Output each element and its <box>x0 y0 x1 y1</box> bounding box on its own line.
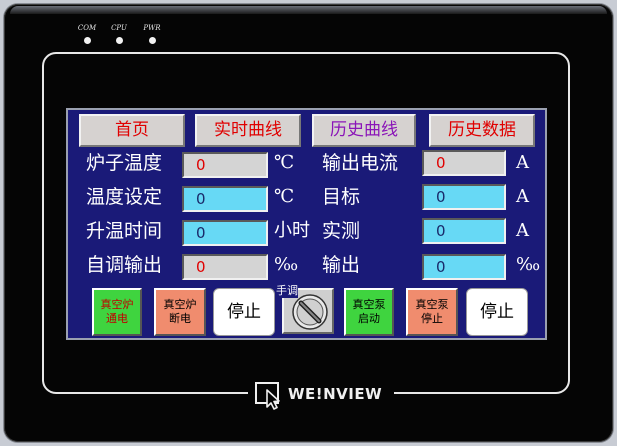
furnace-temp-value: 0 <box>182 152 268 178</box>
furnace-temp-label: 炉子温度 <box>86 152 163 174</box>
brand-name: WE!NVIEW <box>288 385 383 403</box>
status-indicators: COM CPU PWR <box>78 24 178 50</box>
output-current-value: 0 <box>422 150 506 176</box>
target-label: 目标 <box>322 186 361 208</box>
stop-button-2[interactable]: 停止 <box>466 288 528 336</box>
tab-realtime-curve[interactable]: 实时曲线 <box>195 114 301 147</box>
manual-adjust-label: 手调 <box>276 282 298 298</box>
auto-output-unit: ‰ <box>274 254 299 275</box>
indicator-com-label: COM <box>77 24 97 32</box>
indicator-cpu-label: CPU <box>111 24 127 32</box>
ramp-time-label: 升温时间 <box>86 220 163 242</box>
temp-setpoint-label: 温度设定 <box>86 186 163 208</box>
indicator-com-light <box>83 37 91 44</box>
vacuum-pump-stop-button[interactable]: 真空泵 停止 <box>406 288 458 336</box>
ramp-time-input[interactable]: 0 <box>182 220 268 246</box>
indicator-cpu-light <box>115 37 123 44</box>
output-label: 输出 <box>322 254 361 276</box>
indicator-cpu: CPU <box>104 24 134 44</box>
output-input[interactable]: 0 <box>422 254 506 280</box>
indicator-pwr-light <box>148 37 156 44</box>
auto-output-value: 0 <box>182 254 268 280</box>
output-current-unit: A <box>516 152 529 173</box>
ramp-time-unit: 小时 <box>274 220 310 241</box>
tab-home[interactable]: 首页 <box>79 114 185 147</box>
target-unit: A <box>516 186 529 207</box>
bezel-top-edge <box>10 6 607 14</box>
indicator-com: COM <box>72 24 102 44</box>
furnace-power-on-button[interactable]: 真空炉 通电 <box>92 288 142 336</box>
stop-button-1[interactable]: 停止 <box>213 288 275 336</box>
furnace-temp-unit: ℃ <box>274 152 295 173</box>
weinview-cursor-icon <box>255 382 280 410</box>
measured-input[interactable]: 0 <box>422 218 506 244</box>
temp-setpoint-unit: ℃ <box>274 186 295 207</box>
indicator-pwr: PWR <box>137 24 167 44</box>
tab-history-data[interactable]: 历史数据 <box>429 114 535 147</box>
tab-history-curve[interactable]: 历史曲线 <box>312 114 416 147</box>
measured-unit: A <box>516 220 529 241</box>
output-current-label: 输出电流 <box>322 152 399 174</box>
auto-output-label: 自调输出 <box>86 254 163 276</box>
target-input[interactable]: 0 <box>422 184 506 210</box>
furnace-power-off-button[interactable]: 真空炉 断电 <box>154 288 206 336</box>
measured-label: 实测 <box>322 220 361 242</box>
manual-adjust-switch[interactable]: 手调 <box>276 282 336 336</box>
indicator-pwr-label: PWR <box>143 24 161 32</box>
hmi-screen: 首页 实时曲线 历史曲线 历史数据 炉子温度 0 ℃ 温度设定 0 ℃ 升温时间… <box>66 108 547 340</box>
vacuum-pump-start-button[interactable]: 真空泵 启动 <box>344 288 394 336</box>
brand-logo: WE!NVIEW <box>248 378 394 410</box>
temp-setpoint-input[interactable]: 0 <box>182 186 268 212</box>
output-unit: ‰ <box>516 254 541 275</box>
